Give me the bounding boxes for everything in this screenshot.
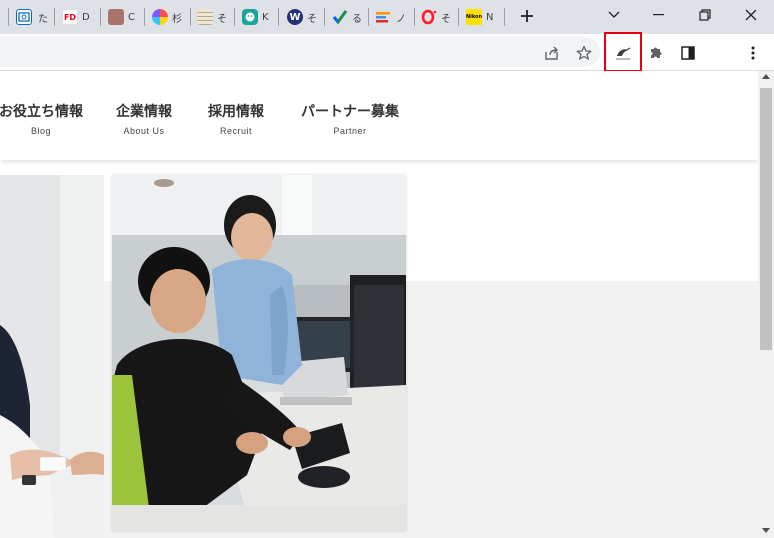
tab-9[interactable]: る: [332, 6, 362, 28]
nav-item-label: お役立ち情報: [0, 104, 83, 120]
highlight-box: [604, 32, 642, 72]
tab-title: ノ: [396, 13, 406, 25]
wordpress-icon: W: [287, 9, 303, 25]
scroll-up-arrow-icon[interactable]: [762, 74, 770, 79]
nav-item-partner[interactable]: パートナー募集 Partner: [292, 101, 408, 136]
nav-item-sublabel: About Us: [123, 126, 165, 136]
nav-item-sublabel: Blog: [30, 126, 51, 136]
tab-separator: [190, 8, 191, 26]
close-button[interactable]: [728, 0, 774, 30]
close-icon: [745, 9, 757, 21]
tab-title: そ: [217, 13, 227, 25]
restore-icon: [699, 9, 711, 21]
browser-toolbar: [0, 34, 774, 71]
tab-title: D: [82, 11, 90, 23]
site-nav: お役立ち情報 Blog 企業情報 About Us 採用情報 Recruit パ…: [0, 71, 758, 160]
tab-4[interactable]: C: [108, 6, 135, 28]
tab-search-button[interactable]: [591, 0, 637, 30]
tab-separator: [144, 8, 145, 26]
tab-separator: [8, 8, 9, 26]
tab-3[interactable]: FD D: [62, 6, 90, 28]
tab-strip: た FD D C 杉 そ K W そ る ノ そ Nikon N: [0, 0, 774, 34]
tab-title: た: [38, 13, 48, 25]
tab-7[interactable]: K: [242, 6, 269, 28]
nav-item-label: 採用情報: [208, 104, 264, 120]
tab-separator: [368, 8, 369, 26]
bookmark-star-button[interactable]: [571, 40, 597, 66]
nikon-icon: Nikon: [466, 9, 482, 25]
star-icon: [576, 45, 592, 60]
puzzle-icon: [651, 47, 662, 58]
tab-8[interactable]: W そ: [287, 6, 317, 28]
nav-item-blog[interactable]: お役立ち情報 Blog: [0, 101, 89, 136]
scrollbar-thumb[interactable]: [760, 88, 772, 350]
tab-10[interactable]: ノ: [376, 6, 406, 28]
new-tab-button[interactable]: [516, 5, 538, 27]
tab-separator: [414, 8, 415, 26]
tab-11[interactable]: そ: [421, 6, 451, 28]
tab-12[interactable]: Nikon N: [466, 6, 493, 28]
nav-item-sublabel: Recruit: [219, 126, 252, 136]
photo-business-card[interactable]: [0, 175, 104, 538]
tab-title: N: [486, 11, 494, 23]
web-page: お役立ち情報 Blog 企業情報 About Us 採用情報 Recruit パ…: [0, 71, 758, 538]
grid-icon: [197, 9, 213, 25]
nav-item-about[interactable]: 企業情報 About Us: [108, 101, 180, 136]
share-icon: [545, 46, 558, 60]
fd-icon: FD: [62, 9, 78, 25]
tab-separator: [234, 8, 235, 26]
tab-title: C: [128, 11, 135, 23]
chevron-down-icon: [608, 11, 620, 18]
tab-separator: [54, 8, 55, 26]
tab-separator: [458, 8, 459, 26]
tab-separator: [100, 8, 101, 26]
tab-title: そ: [307, 13, 317, 25]
bars-icon: [376, 9, 392, 25]
tab-separator: [324, 8, 325, 26]
check-icon: [332, 9, 348, 25]
plus-icon: [521, 10, 533, 22]
brown-square-icon: [108, 9, 124, 25]
face-icon: [242, 9, 258, 25]
tab-title: そ: [441, 13, 451, 25]
share-button[interactable]: [539, 40, 565, 66]
more-vert-icon: [751, 46, 755, 60]
scroll-down-arrow-icon[interactable]: [762, 528, 770, 533]
nav-item-sublabel: Partner: [333, 126, 367, 136]
nav-item-recruit[interactable]: 採用情報 Recruit: [200, 101, 272, 136]
photo-engineers[interactable]: [112, 175, 406, 531]
tab-6[interactable]: そ: [197, 6, 227, 28]
tab-5[interactable]: 杉: [152, 6, 182, 28]
nav-item-label: パートナー募集: [301, 104, 399, 120]
tab-separator: [278, 8, 279, 26]
tab-title: る: [352, 13, 362, 25]
extensions-button[interactable]: [643, 40, 669, 66]
side-panel-icon: [681, 46, 695, 60]
opera-icon: [421, 9, 437, 25]
tab-title: K: [262, 11, 269, 23]
menu-button[interactable]: [740, 40, 766, 66]
minimize-button[interactable]: [636, 0, 682, 30]
colorful-ball-icon: [152, 9, 168, 25]
side-panel-button[interactable]: [675, 40, 701, 66]
restore-button[interactable]: [682, 0, 728, 30]
tab-2[interactable]: た: [22, 6, 48, 28]
tab-separator: [504, 8, 505, 26]
tab-title: 杉: [172, 13, 182, 25]
minimize-icon: [653, 14, 664, 16]
address-bar[interactable]: [0, 37, 600, 67]
nav-item-label: 企業情報: [116, 104, 172, 120]
